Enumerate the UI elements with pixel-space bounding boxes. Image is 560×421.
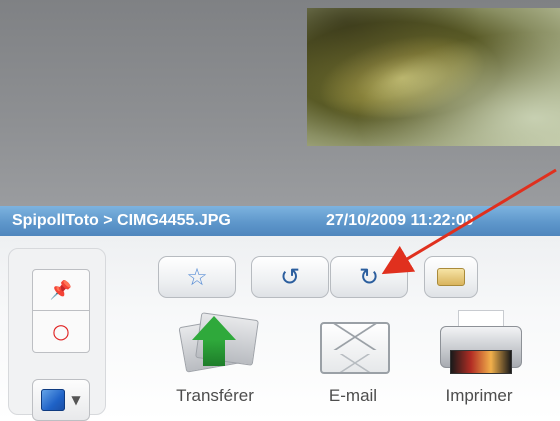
blue-album-icon [41, 389, 66, 411]
star-icon: ☆ [186, 263, 208, 291]
printer-icon [440, 310, 522, 376]
tag-button[interactable] [424, 256, 478, 298]
rotate-left-icon: ↺ [279, 263, 301, 291]
transfer-button[interactable]: Transférer [160, 306, 270, 416]
print-button[interactable]: Imprimer [424, 306, 534, 416]
rotate-left-button[interactable]: ↺ [251, 256, 329, 298]
red-circle-icon[interactable]: ○ [33, 311, 89, 351]
rotate-right-button[interactable]: ↻ [330, 256, 408, 298]
tag-icon [437, 268, 465, 286]
transfer-label: Transférer [176, 386, 254, 405]
email-button[interactable]: E-mail [298, 306, 408, 416]
print-label: Imprimer [445, 386, 513, 405]
email-label: E-mail [328, 386, 378, 405]
album-dropdown[interactable]: ▼ [32, 379, 90, 421]
chevron-down-icon: ▼ [71, 393, 81, 407]
photo-viewer [0, 0, 560, 206]
envelope-icon [320, 322, 390, 374]
green-pin-icon[interactable]: 📌 [33, 270, 89, 311]
photo-preview [307, 8, 560, 146]
status-bar: SpipollToto > CIMG4455.JPG 27/10/2009 11… [0, 206, 560, 236]
upload-arrow-icon [192, 316, 236, 340]
breadcrumb-path: SpipollToto > CIMG4455.JPG [12, 212, 231, 229]
bottom-toolbar: 📌 ○ ▼ ☆ ↺ ↻ Transférer E-mail Imprimer [0, 236, 560, 421]
rotate-right-icon: ↻ [358, 263, 380, 291]
favorite-button[interactable]: ☆ [158, 256, 236, 298]
flag-box: 📌 ○ [32, 269, 90, 353]
left-tool-panel: 📌 ○ ▼ [8, 248, 106, 421]
photo-datetime: 27/10/2009 11:22:00 [326, 212, 474, 229]
